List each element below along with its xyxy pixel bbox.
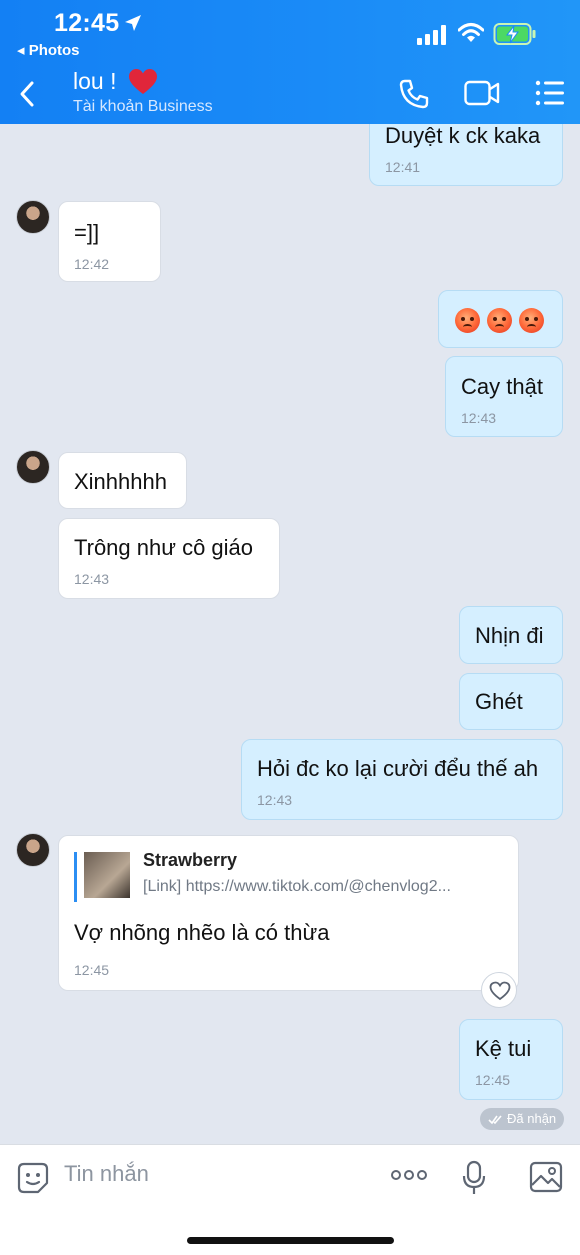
angry-face-icon <box>455 307 480 333</box>
heart-outline-icon <box>489 981 511 1001</box>
phone-call-icon[interactable] <box>398 78 430 110</box>
seen-label: Đã nhận <box>507 1111 557 1126</box>
avatar[interactable] <box>16 200 50 234</box>
message-text: Trông như cô giáo <box>74 535 254 560</box>
message-input[interactable]: Tin nhắn <box>64 1161 149 1187</box>
sticker-icon[interactable] <box>16 1161 50 1195</box>
message-outgoing[interactable]: Hỏi đc ko lại cười đểu thế ah 12:43 <box>241 739 563 820</box>
home-indicator[interactable] <box>187 1237 394 1244</box>
heart-reaction-button[interactable] <box>481 972 517 1008</box>
double-check-icon <box>488 1115 502 1125</box>
message-time: 12:43 <box>257 792 293 808</box>
message-outgoing[interactable]: Duyệt k ck kaka 12:41 <box>369 124 563 186</box>
message-incoming[interactable]: Trông như cô giáo 12:43 <box>58 518 280 599</box>
message-text: Nhịn đi <box>475 623 544 648</box>
location-arrow-icon <box>125 15 141 31</box>
message-text: Vợ nhõng nhẽo là có thừa <box>74 920 330 945</box>
wifi-icon <box>458 23 484 42</box>
message-input-bar: Tin nhắn <box>0 1144 580 1255</box>
message-text: =]] <box>74 220 100 245</box>
microphone-icon[interactable] <box>462 1160 486 1196</box>
message-time: 12:43 <box>74 571 110 587</box>
message-incoming[interactable]: =]] 12:42 <box>58 201 161 282</box>
message-outgoing[interactable]: Ghét <box>459 673 563 730</box>
message-time: 12:45 <box>475 1072 511 1088</box>
quote-thumbnail[interactable] <box>84 852 130 898</box>
message-outgoing[interactable]: Cay thật 12:43 <box>445 356 563 437</box>
status-time: 12:45 <box>54 9 120 37</box>
signal-icon <box>417 25 446 45</box>
message-text: Hỏi đc ko lại cười đểu thế ah <box>257 756 539 781</box>
battery-icon <box>493 23 536 45</box>
chat-header: 12:45 ◂ Photos lou ! Tài khoản Business <box>0 0 580 124</box>
message-text: Ghét <box>475 689 523 714</box>
angry-face-icon <box>487 307 512 333</box>
message-text: Duyệt k ck kaka <box>385 124 541 148</box>
contact-name[interactable]: lou ! <box>73 68 116 95</box>
quote-bar <box>74 852 77 902</box>
message-text: Xinhhhhh <box>74 469 167 494</box>
seen-status-badge: Đã nhận <box>480 1108 565 1130</box>
message-text: Kệ tui <box>475 1036 532 1061</box>
message-time: 12:42 <box>74 256 110 272</box>
message-emoji[interactable] <box>438 290 563 348</box>
red-heart-icon <box>129 69 157 94</box>
message-time: 12:43 <box>461 410 497 426</box>
back-to-photos-link[interactable]: ◂ Photos <box>17 41 80 59</box>
contact-subtitle: Tài khoản Business <box>73 98 213 115</box>
avatar[interactable] <box>16 450 50 484</box>
message-time: 12:45 <box>74 962 110 978</box>
menu-list-icon[interactable] <box>535 80 565 106</box>
message-list: Duyệt k ck kaka 12:41 =]] 12:42 Cay thật… <box>0 124 580 1144</box>
back-chevron-icon[interactable] <box>18 80 36 108</box>
angry-face-icon <box>519 307 544 333</box>
message-incoming-reply[interactable]: Strawberry [Link] https://www.tiktok.com… <box>58 835 519 991</box>
avatar[interactable] <box>16 833 50 867</box>
quote-title: Strawberry <box>143 850 238 870</box>
message-text: Cay thật <box>461 374 543 399</box>
video-call-icon[interactable] <box>464 80 500 106</box>
message-outgoing[interactable]: Kệ tui 12:45 <box>459 1019 563 1100</box>
message-time: 12:41 <box>385 159 421 175</box>
quote-link[interactable]: [Link] https://www.tiktok.com/@chenvlog2… <box>143 878 451 896</box>
image-gallery-icon[interactable] <box>529 1161 563 1193</box>
message-incoming[interactable]: Xinhhhhh <box>58 452 187 509</box>
more-options-icon[interactable] <box>391 1169 427 1181</box>
message-outgoing[interactable]: Nhịn đi <box>459 606 563 664</box>
